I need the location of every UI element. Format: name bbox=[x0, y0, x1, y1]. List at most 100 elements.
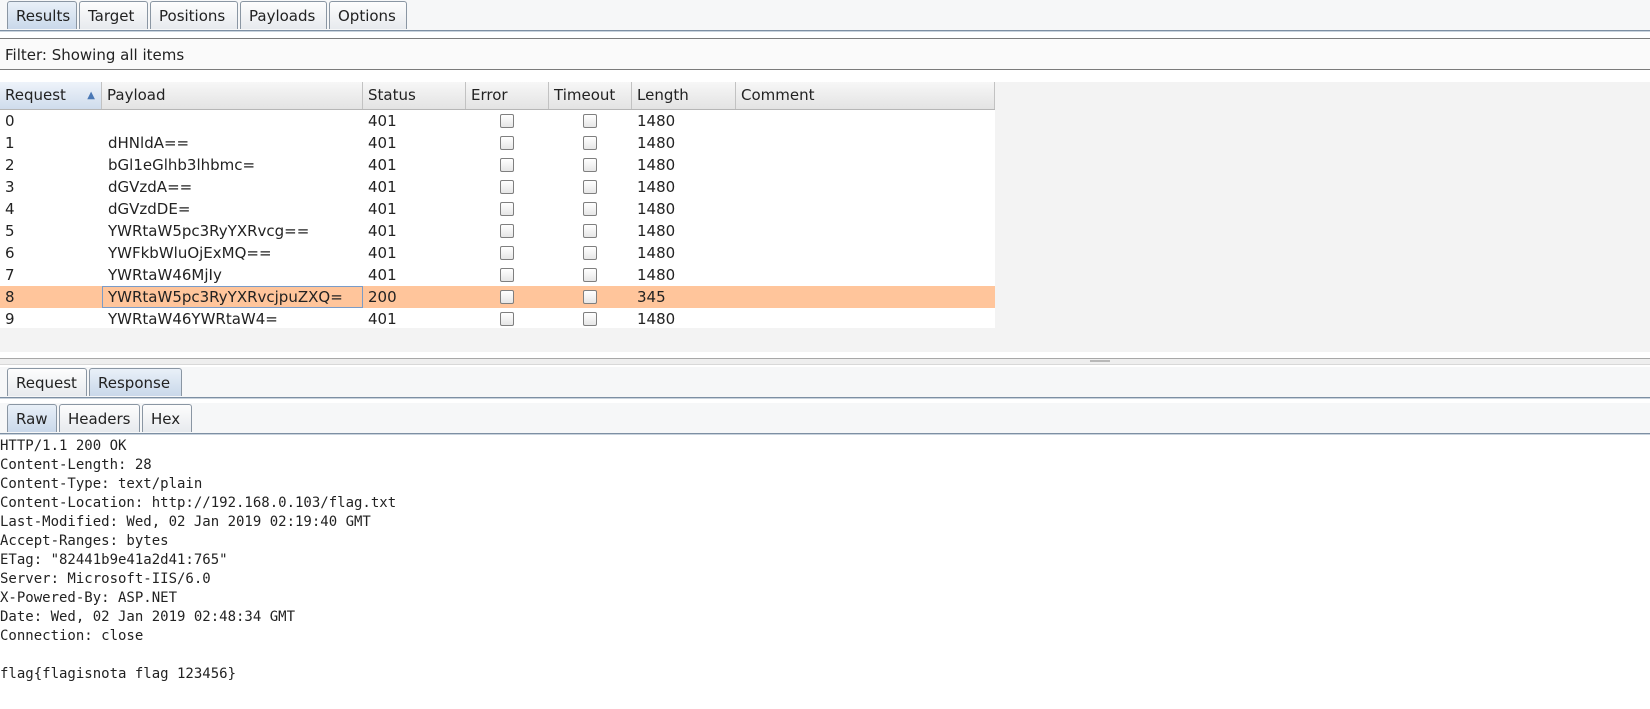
tab-request[interactable]: Request bbox=[7, 368, 87, 396]
comment-cell bbox=[736, 242, 741, 264]
comment-cell bbox=[736, 132, 741, 154]
column-header-status[interactable]: Status bbox=[363, 82, 466, 109]
request-cell: 1 bbox=[5, 134, 15, 152]
error-checkbox[interactable] bbox=[500, 114, 514, 128]
response-raw-text[interactable]: HTTP/1.1 200 OK Content-Length: 28 Conte… bbox=[0, 437, 1650, 709]
column-header-request[interactable]: Request ▲ bbox=[0, 82, 102, 109]
payload-cell: YWRtaW5pc3RyYXRvcg== bbox=[108, 222, 310, 240]
tab-payloads[interactable]: Payloads bbox=[240, 1, 327, 29]
response-line: Last-Modified: Wed, 02 Jan 2019 02:19:40… bbox=[0, 514, 371, 530]
table-row[interactable]: 3 dGVzdA== 401 1480 bbox=[0, 176, 995, 198]
response-line: Accept-Ranges: bytes bbox=[0, 533, 169, 549]
table-row[interactable]: 2 bGl1eGlhb3lhbmc= 401 1480 bbox=[0, 154, 995, 176]
request-cell: 0 bbox=[5, 112, 15, 130]
request-cell: 5 bbox=[5, 222, 15, 240]
timeout-checkbox[interactable] bbox=[583, 312, 597, 326]
tab-hex[interactable]: Hex bbox=[142, 404, 192, 432]
top-tab-bar: Results Target Positions Payloads Option… bbox=[0, 0, 1650, 32]
pane-splitter[interactable] bbox=[0, 358, 1650, 365]
tab-raw[interactable]: Raw bbox=[7, 404, 57, 432]
column-header-comment[interactable]: Comment bbox=[736, 82, 995, 109]
splitter-grip-icon bbox=[1090, 360, 1110, 362]
request-cell: 7 bbox=[5, 266, 15, 284]
request-cell: 8 bbox=[5, 288, 15, 306]
timeout-checkbox[interactable] bbox=[583, 202, 597, 216]
status-cell: 401 bbox=[368, 134, 397, 152]
timeout-checkbox[interactable] bbox=[583, 290, 597, 304]
tab-positions[interactable]: Positions bbox=[150, 1, 238, 29]
error-checkbox[interactable] bbox=[500, 268, 514, 282]
payload-cell: YWRtaW46YWRtaW4= bbox=[108, 310, 278, 328]
error-checkbox[interactable] bbox=[500, 180, 514, 194]
table-header: Request ▲ Payload Status Error Timeout L… bbox=[0, 82, 995, 110]
timeout-checkbox[interactable] bbox=[583, 114, 597, 128]
timeout-checkbox[interactable] bbox=[583, 136, 597, 150]
response-line: Server: Microsoft-IIS/6.0 bbox=[0, 571, 211, 587]
table-row[interactable]: 1 dHNldA== 401 1480 bbox=[0, 132, 995, 154]
length-cell: 1480 bbox=[637, 156, 676, 174]
response-line: ETag: "82441b9e41a2d41:765" bbox=[0, 552, 228, 568]
results-panel: Request ▲ Payload Status Error Timeout L… bbox=[0, 82, 1650, 352]
error-checkbox[interactable] bbox=[500, 158, 514, 172]
timeout-checkbox[interactable] bbox=[583, 246, 597, 260]
comment-cell bbox=[736, 286, 741, 308]
length-cell: 1480 bbox=[637, 134, 676, 152]
response-line: Content-Location: http://192.168.0.103/f… bbox=[0, 495, 397, 511]
column-header-error[interactable]: Error bbox=[466, 82, 549, 109]
column-header-timeout[interactable]: Timeout bbox=[549, 82, 632, 109]
table-row[interactable]: 0 401 1480 bbox=[0, 110, 995, 132]
length-cell: 1480 bbox=[637, 178, 676, 196]
comment-cell bbox=[736, 176, 741, 198]
error-checkbox[interactable] bbox=[500, 202, 514, 216]
status-cell: 401 bbox=[368, 200, 397, 218]
error-checkbox[interactable] bbox=[500, 246, 514, 260]
error-checkbox[interactable] bbox=[500, 224, 514, 238]
comment-cell bbox=[736, 198, 741, 220]
table-row[interactable]: 5 YWRtaW5pc3RyYXRvcg== 401 1480 bbox=[0, 220, 995, 242]
table-row-selected[interactable]: 8 YWRtaW5pc3RyYXRvcjpuZXQ= 200 345 bbox=[0, 286, 995, 308]
comment-cell bbox=[736, 264, 741, 286]
tab-results[interactable]: Results bbox=[7, 1, 77, 29]
request-cell: 9 bbox=[5, 310, 15, 328]
request-cell: 2 bbox=[5, 156, 15, 174]
tab-response[interactable]: Response bbox=[89, 368, 182, 396]
column-header-length[interactable]: Length bbox=[632, 82, 736, 109]
timeout-checkbox[interactable] bbox=[583, 158, 597, 172]
length-cell: 1480 bbox=[637, 112, 676, 130]
tab-target[interactable]: Target bbox=[79, 1, 148, 29]
response-line: Content-Length: 28 bbox=[0, 457, 152, 473]
length-cell: 1480 bbox=[637, 200, 676, 218]
comment-cell bbox=[736, 220, 741, 242]
payload-cell: dHNldA== bbox=[108, 134, 190, 152]
error-checkbox[interactable] bbox=[500, 312, 514, 326]
response-line: Content-Type: text/plain bbox=[0, 476, 203, 492]
tab-headers[interactable]: Headers bbox=[59, 404, 140, 432]
error-checkbox[interactable] bbox=[500, 290, 514, 304]
comment-cell bbox=[736, 154, 741, 176]
length-cell: 1480 bbox=[637, 222, 676, 240]
response-line: Date: Wed, 02 Jan 2019 02:48:34 GMT bbox=[0, 609, 296, 625]
view-tab-bar: Raw Headers Hex bbox=[0, 403, 1650, 435]
payload-cell bbox=[103, 110, 108, 132]
response-line: Connection: close bbox=[0, 628, 144, 644]
timeout-checkbox[interactable] bbox=[583, 180, 597, 194]
table-row[interactable]: 7 YWRtaW46MjIy 401 1480 bbox=[0, 264, 995, 286]
length-cell: 1480 bbox=[637, 244, 676, 262]
status-cell: 401 bbox=[368, 112, 397, 130]
status-cell: 200 bbox=[368, 288, 397, 306]
error-checkbox[interactable] bbox=[500, 136, 514, 150]
column-header-payload[interactable]: Payload bbox=[102, 82, 363, 109]
request-cell: 3 bbox=[5, 178, 15, 196]
comment-cell bbox=[736, 308, 741, 330]
comment-cell bbox=[736, 110, 741, 132]
status-cell: 401 bbox=[368, 244, 397, 262]
filter-bar[interactable]: Filter: Showing all items bbox=[0, 38, 1650, 70]
timeout-checkbox[interactable] bbox=[583, 224, 597, 238]
table-row[interactable]: 9 YWRtaW46YWRtaW4= 401 1480 bbox=[0, 308, 995, 330]
table-row[interactable]: 6 YWFkbWluOjExMQ== 401 1480 bbox=[0, 242, 995, 264]
timeout-checkbox[interactable] bbox=[583, 268, 597, 282]
tab-options[interactable]: Options bbox=[329, 1, 407, 29]
request-cell: 6 bbox=[5, 244, 15, 262]
table-row[interactable]: 4 dGVzdDE= 401 1480 bbox=[0, 198, 995, 220]
detail-tab-bar: Request Response bbox=[0, 367, 1650, 399]
